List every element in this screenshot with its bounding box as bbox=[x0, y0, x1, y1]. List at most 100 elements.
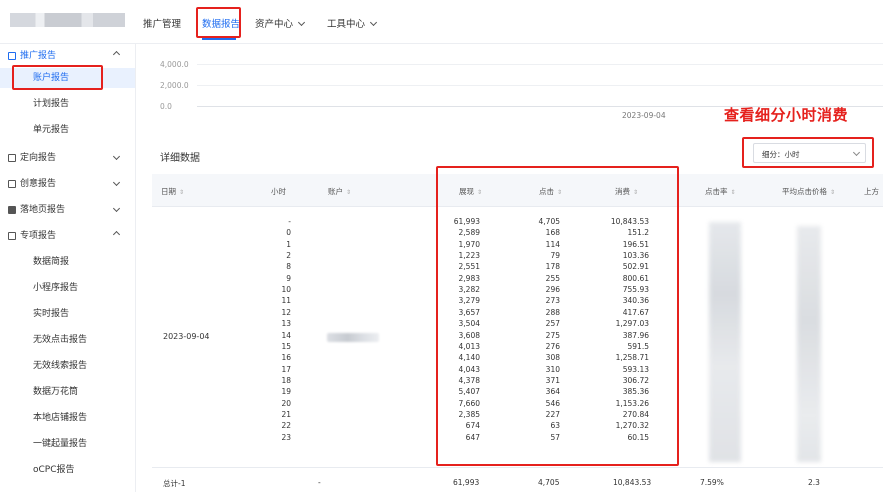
chevron-down-icon bbox=[112, 178, 121, 187]
sidebar-item-realtime-report[interactable]: 实时报告 bbox=[0, 304, 135, 324]
sidebar-item-label: 数据简报 bbox=[33, 257, 70, 267]
sidebar-item-local-store-report[interactable]: 本地店铺报告 bbox=[0, 408, 135, 428]
sidebar-item-one-click-boost-report[interactable]: 一键起量报告 bbox=[0, 434, 135, 454]
total-cost: 10,843.53 bbox=[613, 478, 652, 487]
hour-cell: 14 bbox=[281, 330, 291, 340]
sidebar: 推广报告 账户报告 计划报告 单元报告 定向报告 创意报告 落地页报告 专项报告… bbox=[0, 44, 136, 492]
hour-cell: 22 bbox=[281, 421, 291, 431]
hour-cell: 23 bbox=[281, 432, 291, 442]
chart-y-tick: 4,000.0 bbox=[160, 60, 189, 69]
sidebar-item-label: 计划报告 bbox=[33, 99, 70, 109]
highlight-box-account-report bbox=[12, 65, 103, 90]
highlight-box-segment-select bbox=[742, 137, 874, 168]
hour-cell: - bbox=[288, 217, 291, 226]
hour-cell: 19 bbox=[281, 387, 291, 397]
sidebar-group-landing-page-report[interactable]: 落地页报告 bbox=[0, 200, 135, 220]
hour-cell: 21 bbox=[281, 409, 291, 419]
total-hour: - bbox=[318, 478, 321, 487]
chevron-down-icon bbox=[112, 204, 121, 213]
chevron-down-icon bbox=[112, 152, 121, 161]
nav-active-underline bbox=[202, 38, 236, 40]
sidebar-group-targeting-report[interactable]: 定向报告 bbox=[0, 148, 135, 168]
hour-cell: 15 bbox=[281, 341, 291, 351]
chart-gridline bbox=[197, 85, 883, 86]
chart-y-tick: 2,000.0 bbox=[160, 81, 189, 90]
total-ctr: 7.59% bbox=[700, 478, 724, 487]
sidebar-group-label: 推广报告 bbox=[20, 51, 57, 61]
sidebar-item-unit-report[interactable]: 单元报告 bbox=[0, 120, 135, 140]
sidebar-group-promotion-report[interactable]: 推广报告 bbox=[0, 46, 135, 66]
sort-icon: ⇕ bbox=[179, 189, 185, 196]
highlight-box-data-report bbox=[196, 7, 241, 38]
sidebar-item-label: 无效点击报告 bbox=[33, 335, 88, 345]
hour-cell: 1 bbox=[286, 239, 291, 249]
sidebar-item-data-kaleidoscope[interactable]: 数据万花筒 bbox=[0, 382, 135, 402]
sidebar-item-label: 小程序报告 bbox=[33, 283, 79, 293]
sidebar-group-label: 落地页报告 bbox=[20, 205, 66, 215]
th-avg-cpc-label: 平均点击价格 bbox=[782, 187, 827, 196]
sidebar-item-invalid-click-report[interactable]: 无效点击报告 bbox=[0, 330, 135, 350]
chevron-up-icon bbox=[112, 50, 121, 59]
hour-cell: 2 bbox=[286, 251, 291, 261]
hour-cell: 13 bbox=[281, 319, 291, 329]
creative-icon bbox=[8, 180, 16, 188]
table-divider bbox=[152, 467, 883, 468]
th-ctr-label: 点击率 bbox=[705, 187, 728, 196]
th-ctr[interactable]: 点击率 ⇕ bbox=[705, 186, 736, 197]
chevron-down-icon bbox=[297, 18, 306, 27]
hour-cell: 11 bbox=[281, 296, 291, 306]
hour-cell: 8 bbox=[286, 262, 291, 272]
th-avg-cpc[interactable]: 平均点击价格 ⇕ bbox=[782, 186, 835, 197]
sidebar-item-label: oCPC报告 bbox=[33, 465, 75, 475]
th-account[interactable]: 账户 ⇕ bbox=[328, 186, 351, 197]
nav-asset-center-label: 资产中心 bbox=[255, 19, 294, 30]
sidebar-item-ocpc-report[interactable]: oCPC报告 bbox=[0, 460, 135, 480]
special-report-icon bbox=[8, 232, 16, 240]
sidebar-item-invalid-lead-report[interactable]: 无效线索报告 bbox=[0, 356, 135, 376]
th-top: 上方 bbox=[864, 187, 879, 196]
hour-cell: 16 bbox=[281, 353, 291, 363]
sidebar-item-label: 一键起量报告 bbox=[33, 439, 88, 449]
hour-cell: 18 bbox=[281, 375, 291, 385]
top-navigation-bar: 推广管理 数据报告 资产中心 工具中心 bbox=[0, 0, 883, 44]
total-clicks: 4,705 bbox=[538, 478, 560, 487]
sidebar-group-label: 专项报告 bbox=[20, 231, 57, 241]
targeting-icon bbox=[8, 154, 16, 162]
nav-promotion-management[interactable]: 推广管理 bbox=[143, 16, 181, 30]
highlight-box-metrics bbox=[436, 166, 679, 466]
avg-cpc-column-redacted bbox=[797, 226, 821, 462]
hour-cell: 0 bbox=[286, 228, 291, 238]
chart-x-label: 2023-09-04 bbox=[622, 111, 666, 120]
sidebar-group-label: 创意报告 bbox=[20, 179, 57, 189]
sort-icon: ⇕ bbox=[830, 189, 836, 196]
product-logo bbox=[10, 13, 125, 27]
sidebar-item-plan-report[interactable]: 计划报告 bbox=[0, 94, 135, 114]
hour-cell: 20 bbox=[281, 398, 291, 408]
ctr-column-redacted bbox=[709, 222, 741, 462]
chevron-up-icon bbox=[112, 230, 121, 239]
sidebar-group-special-report[interactable]: 专项报告 bbox=[0, 226, 135, 246]
chart-y-tick: 0.0 bbox=[160, 102, 172, 111]
th-date-label: 日期 bbox=[161, 187, 176, 196]
nav-tool-center-label: 工具中心 bbox=[327, 19, 366, 30]
th-account-label: 账户 bbox=[328, 187, 343, 196]
report-icon bbox=[8, 52, 16, 60]
th-date[interactable]: 日期 ⇕ bbox=[161, 186, 184, 197]
sidebar-item-data-brief[interactable]: 数据简报 bbox=[0, 252, 135, 272]
nav-tool-center[interactable]: 工具中心 bbox=[327, 16, 378, 30]
date-cell: 2023-09-04 bbox=[163, 332, 210, 341]
sidebar-item-label: 无效线索报告 bbox=[33, 361, 88, 371]
sort-icon: ⇕ bbox=[730, 189, 736, 196]
account-name-redacted bbox=[327, 333, 379, 342]
sidebar-group-creative-report[interactable]: 创意报告 bbox=[0, 174, 135, 194]
sidebar-item-mini-program-report[interactable]: 小程序报告 bbox=[0, 278, 135, 298]
sort-icon: ⇕ bbox=[346, 189, 352, 196]
total-avg-cpc: 2.3 bbox=[808, 478, 820, 487]
sidebar-group-label: 定向报告 bbox=[20, 153, 57, 163]
nav-asset-center[interactable]: 资产中心 bbox=[255, 16, 306, 30]
landing-page-icon bbox=[8, 206, 16, 214]
total-impressions: 61,993 bbox=[453, 478, 480, 487]
hour-cell: 12 bbox=[281, 307, 291, 317]
detail-data-title: 详细数据 bbox=[160, 153, 200, 164]
chevron-down-icon bbox=[369, 18, 378, 27]
